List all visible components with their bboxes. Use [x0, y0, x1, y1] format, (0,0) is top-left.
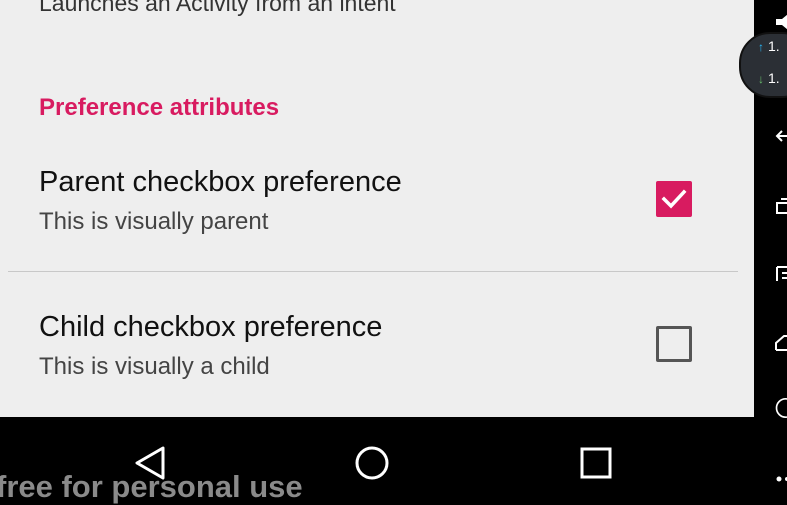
- category-preference-attributes: Preference attributes: [39, 94, 280, 121]
- child-checkbox[interactable]: [656, 326, 692, 362]
- list-icon[interactable]: [774, 264, 787, 284]
- upload-speed: ↑ 1.: [758, 38, 780, 54]
- crop-icon[interactable]: [774, 196, 787, 216]
- home-button[interactable]: [352, 443, 392, 483]
- volume-icon[interactable]: [774, 12, 787, 32]
- home-outline-icon[interactable]: [774, 333, 787, 353]
- preference-title: Child checkbox preference: [39, 311, 383, 343]
- download-arrow-icon: ↓: [758, 72, 764, 86]
- intent-preference-summary: Launches an Activity from an intent: [39, 0, 396, 16]
- recents-button[interactable]: [576, 443, 616, 483]
- download-speed: ↓ 1.: [758, 70, 780, 86]
- checkmark-icon: [661, 189, 687, 209]
- parent-checkbox[interactable]: [656, 181, 692, 217]
- watermark-text: free for personal use: [0, 469, 303, 504]
- preference-summary: This is visually parent: [39, 208, 269, 235]
- preference-title: Parent checkbox preference: [39, 166, 402, 198]
- parent-checkbox-preference[interactable]: Parent checkbox preference This is visua…: [0, 160, 754, 270]
- upload-arrow-icon: ↑: [758, 40, 764, 54]
- preference-summary: This is visually a child: [39, 353, 270, 380]
- home-icon: [355, 446, 389, 480]
- back-arrow-icon[interactable]: [774, 126, 787, 146]
- child-checkbox-preference[interactable]: Child checkbox preference This is visual…: [0, 305, 754, 415]
- settings-screen: Launches an Activity from an intent Pref…: [0, 0, 754, 417]
- recents-icon: [580, 447, 612, 479]
- divider: [8, 271, 738, 272]
- dots-icon[interactable]: [774, 470, 787, 490]
- circle-icon[interactable]: [774, 398, 787, 418]
